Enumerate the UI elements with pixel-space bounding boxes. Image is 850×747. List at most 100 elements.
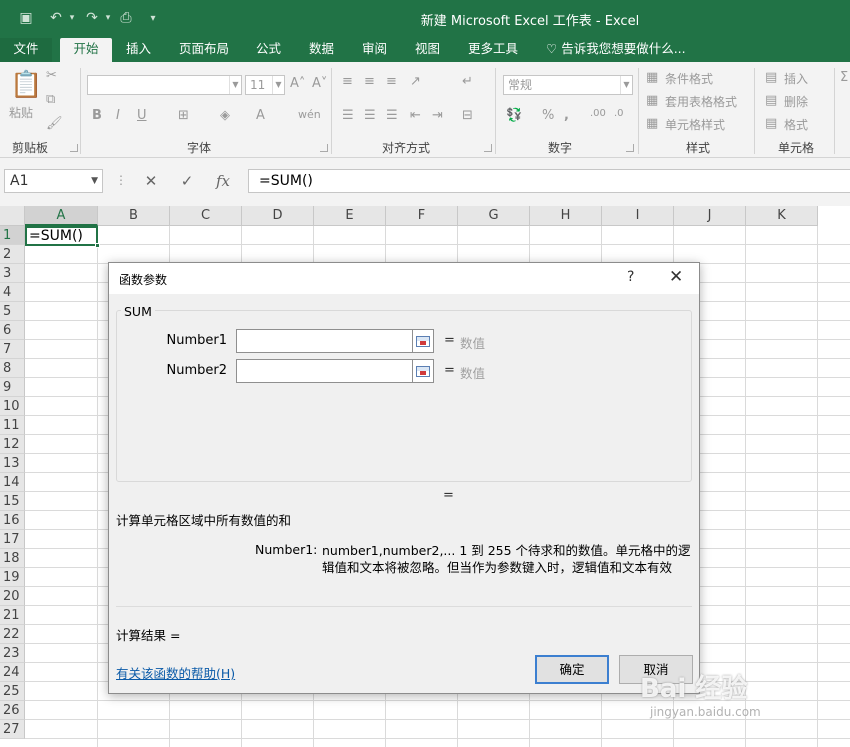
number-launcher-icon[interactable] <box>626 144 634 152</box>
cell-a1[interactable]: =SUM() <box>25 226 100 248</box>
format-cells-button[interactable]: 格式 <box>784 116 808 133</box>
cell-styles-button[interactable]: 单元格样式 <box>665 116 725 133</box>
row-header-16[interactable]: 16 <box>0 511 25 530</box>
number2-input[interactable] <box>236 359 434 383</box>
number1-input[interactable] <box>236 329 434 353</box>
row-header-8[interactable]: 8 <box>0 359 25 378</box>
row-header-23[interactable]: 23 <box>0 644 25 663</box>
delete-cells-button[interactable]: 删除 <box>784 93 808 110</box>
row-header-21[interactable]: 21 <box>0 606 25 625</box>
help-icon[interactable]: ? <box>627 269 634 285</box>
number1-collapse-button[interactable] <box>412 329 434 353</box>
tab-view[interactable]: 视图 <box>409 38 446 62</box>
comma-style-icon[interactable]: , <box>564 108 569 123</box>
row-header-17[interactable]: 17 <box>0 530 25 549</box>
font-name-combo[interactable]: ▼ <box>87 75 242 95</box>
row-header-6[interactable]: 6 <box>0 321 25 340</box>
row-header-14[interactable]: 14 <box>0 473 25 492</box>
row-header-13[interactable]: 13 <box>0 454 25 473</box>
font-launcher-icon[interactable] <box>320 144 328 152</box>
column-header-k[interactable]: K <box>746 206 818 226</box>
row-header-5[interactable]: 5 <box>0 302 25 321</box>
tab-formulas[interactable]: 公式 <box>250 38 287 62</box>
align-bottom-icon[interactable]: ≡ <box>386 74 397 89</box>
row-header-19[interactable]: 19 <box>0 568 25 587</box>
tab-insert[interactable]: 插入 <box>120 38 157 62</box>
dialog-title-bar[interactable]: 函数参数 ? ✕ <box>109 263 699 294</box>
row-header-7[interactable]: 7 <box>0 340 25 359</box>
number2-collapse-button[interactable] <box>412 359 434 383</box>
decrease-font-icon[interactable]: A˅ <box>312 76 327 91</box>
tab-file[interactable]: 文件 <box>0 38 52 62</box>
sum-icon[interactable]: Σ <box>840 70 848 85</box>
row-header-2[interactable]: 2 <box>0 245 25 264</box>
number-format-combo[interactable]: 常规 ▼ <box>503 75 633 95</box>
insert-function-button[interactable]: fx <box>205 172 241 190</box>
column-header-g[interactable]: G <box>458 206 530 226</box>
paste-icon[interactable]: 📋 <box>10 70 42 100</box>
tab-data[interactable]: 数据 <box>303 38 340 62</box>
row-header-25[interactable]: 25 <box>0 682 25 701</box>
bold-button[interactable]: B <box>92 108 102 123</box>
fill-color-icon[interactable]: ◈ <box>220 108 230 123</box>
underline-button[interactable]: U <box>137 108 147 123</box>
merge-center-icon[interactable]: ⊟ <box>462 108 473 123</box>
tell-me-search[interactable]: ♡ 告诉我您想要做什么... <box>540 38 692 62</box>
conditional-format-button[interactable]: 条件格式 <box>665 70 713 87</box>
clipboard-launcher-icon[interactable] <box>70 144 78 152</box>
row-header-20[interactable]: 20 <box>0 587 25 606</box>
column-header-a[interactable]: A <box>25 206 98 226</box>
row-header-11[interactable]: 11 <box>0 416 25 435</box>
row-header-27[interactable]: 27 <box>0 720 25 739</box>
font-color-icon[interactable]: A <box>256 108 265 123</box>
name-box[interactable]: A1 ▼ <box>4 169 103 193</box>
row-header-24[interactable]: 24 <box>0 663 25 682</box>
tab-review[interactable]: 审阅 <box>356 38 393 62</box>
column-header-b[interactable]: B <box>98 206 170 226</box>
format-as-table-button[interactable]: 套用表格格式 <box>665 93 737 110</box>
align-center-icon[interactable]: ☰ <box>364 108 376 123</box>
fill-handle[interactable] <box>95 243 100 248</box>
cut-icon[interactable]: ✂ <box>46 68 57 83</box>
row-header-18[interactable]: 18 <box>0 549 25 568</box>
tab-home[interactable]: 开始 <box>60 38 112 62</box>
cancel-entry-icon[interactable]: ✕ <box>133 172 169 190</box>
orientation-icon[interactable]: ↗ <box>410 74 421 89</box>
column-header-h[interactable]: H <box>530 206 602 226</box>
increase-font-icon[interactable]: A˄ <box>290 76 305 91</box>
row-header-26[interactable]: 26 <box>0 701 25 720</box>
tab-more-tools[interactable]: 更多工具 <box>462 38 524 62</box>
insert-cells-button[interactable]: 插入 <box>784 70 808 87</box>
borders-icon[interactable]: ⊞ <box>178 108 189 123</box>
alignment-launcher-icon[interactable] <box>484 144 492 152</box>
enter-entry-icon[interactable]: ✓ <box>169 172 205 190</box>
row-header-1[interactable]: 1 <box>0 226 25 245</box>
percent-icon[interactable]: % <box>542 108 554 123</box>
italic-button[interactable]: I <box>116 108 120 123</box>
formula-input[interactable]: =SUM() <box>248 169 850 193</box>
align-middle-icon[interactable]: ≡ <box>364 74 375 89</box>
function-help-link[interactable]: 有关该函数的帮助(H) <box>116 663 235 682</box>
align-top-icon[interactable]: ≡ <box>342 74 353 89</box>
decrease-indent-icon[interactable]: ⇤ <box>410 108 421 123</box>
column-header-c[interactable]: C <box>170 206 242 226</box>
increase-decimal-icon[interactable]: .00 <box>590 108 606 119</box>
close-icon[interactable]: ✕ <box>669 267 683 287</box>
select-all-corner[interactable] <box>0 206 25 226</box>
row-header-22[interactable]: 22 <box>0 625 25 644</box>
column-header-d[interactable]: D <box>242 206 314 226</box>
paste-button[interactable]: 粘贴 <box>9 104 33 121</box>
wrap-text-icon[interactable]: ↵ <box>462 74 473 89</box>
decrease-decimal-icon[interactable]: .0 <box>614 108 624 119</box>
align-right-icon[interactable]: ☰ <box>386 108 398 123</box>
align-left-icon[interactable]: ☰ <box>342 108 354 123</box>
increase-indent-icon[interactable]: ⇥ <box>432 108 443 123</box>
row-header-15[interactable]: 15 <box>0 492 25 511</box>
font-size-combo[interactable]: 11 ▼ <box>245 75 285 95</box>
row-header-3[interactable]: 3 <box>0 264 25 283</box>
format-painter-icon[interactable]: 🖌 <box>46 116 63 131</box>
column-header-i[interactable]: I <box>602 206 674 226</box>
accounting-format-icon[interactable]: 💱 <box>506 108 522 123</box>
column-header-f[interactable]: F <box>386 206 458 226</box>
column-header-e[interactable]: E <box>314 206 386 226</box>
